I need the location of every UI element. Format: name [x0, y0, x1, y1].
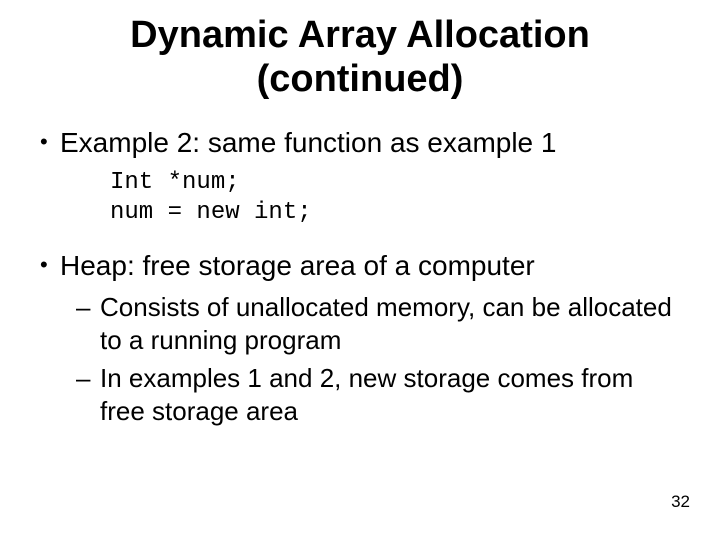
sub-bullet-examples: – In examples 1 and 2, new storage comes… — [76, 362, 680, 427]
bullet-text: Example 2: same function as example 1 — [60, 125, 680, 160]
dash-icon: – — [76, 291, 100, 324]
sub-bullet-unallocated: – Consists of unallocated memory, can be… — [76, 291, 680, 356]
slide-title: Dynamic Array Allocation (continued) — [40, 14, 680, 101]
bullet-icon: • — [40, 248, 60, 282]
dash-icon: – — [76, 362, 100, 395]
bullet-text: Heap: free storage area of a computer — [60, 248, 680, 283]
code-line-1: Int *num; — [110, 169, 240, 196]
sub-text: In examples 1 and 2, new storage comes f… — [100, 362, 680, 427]
code-block: Int *num; num = new int; — [110, 168, 680, 228]
slide: Dynamic Array Allocation (continued) • E… — [0, 0, 720, 540]
bullet-heap: • Heap: free storage area of a computer — [40, 248, 680, 283]
page-number: 32 — [671, 492, 690, 512]
bullet-icon: • — [40, 125, 60, 159]
bullet-example-2: • Example 2: same function as example 1 — [40, 125, 680, 160]
sub-text: Consists of unallocated memory, can be a… — [100, 291, 680, 356]
title-line-2: (continued) — [257, 58, 464, 100]
code-line-2: num = new int; — [110, 199, 312, 226]
title-line-1: Dynamic Array Allocation — [130, 14, 590, 56]
